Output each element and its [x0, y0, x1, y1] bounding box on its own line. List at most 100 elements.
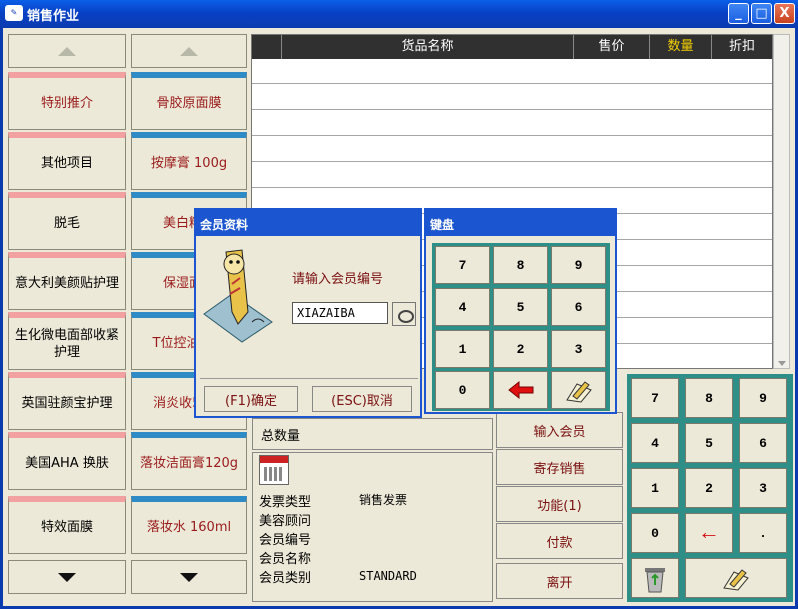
category-label: 特别推介: [40, 96, 93, 111]
keypad-key-9[interactable]: 9: [739, 378, 787, 418]
arrow-down-icon: [58, 572, 76, 582]
category-label: 生化微电面部收紧护理: [14, 327, 119, 360]
category-button[interactable]: 脱毛: [8, 192, 126, 250]
member-id-prompt: 请输入会员编号: [292, 272, 384, 287]
trash-icon: [645, 568, 665, 593]
recycle-bin-icon[interactable]: [631, 558, 679, 598]
keypad-key-3[interactable]: 3: [739, 468, 787, 508]
maximize-button[interactable]: □: [751, 3, 772, 24]
product-button[interactable]: 按摩膏 100g: [131, 132, 247, 190]
member-id-label: 会员编号: [259, 533, 312, 548]
row-indicator-header: [252, 35, 282, 59]
keyboard-key-7[interactable]: 7: [435, 246, 490, 284]
table-row: [252, 109, 772, 110]
exit-button[interactable]: 离开: [496, 563, 623, 599]
enter-member-button[interactable]: 输入会员: [496, 412, 623, 448]
edit-pencil-icon[interactable]: [685, 558, 787, 598]
member-id-input[interactable]: XIAZAIBA: [292, 302, 388, 324]
keyboard-dialog: 键盘 7 8 9 4 5 6 1 2 3 0: [424, 208, 617, 414]
cancel-button[interactable]: (ESC)取消: [312, 386, 412, 412]
scroll-down-button[interactable]: [131, 560, 247, 594]
member-dialog-title: 会员资料: [196, 210, 420, 236]
table-header: 货品名称 售价 数量 折扣: [252, 35, 772, 59]
pencil-paper-icon: [565, 381, 592, 403]
column-header-qty[interactable]: 数量: [650, 35, 712, 59]
scroll-down-button[interactable]: [8, 560, 126, 594]
search-icon[interactable]: [392, 302, 416, 326]
column-header-item-name[interactable]: 货品名称: [282, 35, 574, 59]
category-button[interactable]: 美国AHA 换肤: [8, 432, 126, 490]
keyboard-key-6[interactable]: 6: [551, 288, 606, 326]
minimize-button[interactable]: _: [728, 3, 749, 24]
category-label: 特效面膜: [40, 520, 93, 535]
category-label: 意大利美颜贴护理: [14, 276, 119, 291]
keyboard-key-4[interactable]: 4: [435, 288, 490, 326]
member-type-label: 会员类别: [259, 571, 312, 586]
category-button[interactable]: 其他项目: [8, 132, 126, 190]
product-button[interactable]: 骨胶原面膜: [131, 72, 247, 130]
scroll-up-button[interactable]: [131, 34, 247, 68]
keypad-key-1[interactable]: 1: [631, 468, 679, 508]
keyboard-key-5[interactable]: 5: [493, 288, 548, 326]
product-label: 按摩膏 100g: [150, 156, 228, 171]
confirm-button[interactable]: (F1)确定: [204, 386, 298, 412]
keypad-key-2[interactable]: 2: [685, 468, 733, 508]
product-button[interactable]: 落妆洁面膏120g: [131, 432, 247, 490]
keyboard-key-1[interactable]: 1: [435, 330, 490, 368]
title-bar: ✎ 销售作业 _ □ X: [0, 0, 798, 28]
column-header-discount[interactable]: 折扣: [712, 35, 772, 59]
keypad-key-6[interactable]: 6: [739, 423, 787, 463]
keypad-key-8[interactable]: 8: [685, 378, 733, 418]
category-button[interactable]: 意大利美颜贴护理: [8, 252, 126, 310]
table-scrollbar[interactable]: [773, 34, 790, 369]
keyboard-key-0[interactable]: 0: [435, 371, 490, 409]
total-quantity-label: 总数量: [261, 429, 301, 444]
app-icon: ✎: [5, 5, 23, 21]
keypad-key-4[interactable]: 4: [631, 423, 679, 463]
left-arrow-icon: [507, 380, 533, 400]
backspace-arrow-icon[interactable]: [493, 371, 548, 409]
backspace-arrow-icon[interactable]: ←: [685, 513, 733, 553]
scroll-down-icon[interactable]: [778, 361, 786, 366]
keyboard-key-3[interactable]: 3: [551, 330, 606, 368]
category-button[interactable]: 英国驻颜宝护理: [8, 372, 126, 430]
scroll-up-button[interactable]: [8, 34, 126, 68]
member-name-label: 会员名称: [259, 552, 312, 567]
keypad-key-dot[interactable]: .: [739, 513, 787, 553]
invoice-info-panel: 发票类型 销售发票 美容顾问 会员编号 会员名称 会员类别 STANDARD: [252, 452, 493, 602]
table-row: [252, 83, 772, 84]
column-header-price[interactable]: 售价: [574, 35, 650, 59]
close-button[interactable]: X: [774, 3, 795, 24]
product-button[interactable]: 落妆水 160ml: [131, 496, 247, 554]
keypad-key-5[interactable]: 5: [685, 423, 733, 463]
arrow-up-icon: [58, 46, 76, 56]
calendar-icon[interactable]: [259, 455, 289, 485]
deposit-sale-button[interactable]: 寄存销售: [496, 449, 623, 485]
functions-button[interactable]: 功能(1): [496, 486, 623, 522]
consultant-label: 美容顾问: [259, 514, 312, 529]
table-row: [252, 135, 772, 136]
keyboard-key-9[interactable]: 9: [551, 246, 606, 284]
category-label: 脱毛: [53, 216, 80, 231]
payment-button[interactable]: 付款: [496, 523, 623, 559]
pencil-writing-icon: [202, 244, 274, 344]
table-row: [252, 187, 772, 188]
product-label: 骨胶原面膜: [156, 96, 222, 111]
keyboard-dialog-title: 键盘: [426, 210, 615, 236]
arrow-up-icon: [180, 46, 198, 56]
category-button[interactable]: 生化微电面部收紧护理: [8, 312, 126, 370]
category-label: 美国AHA 换肤: [25, 456, 109, 471]
product-label: 落妆洁面膏120g: [139, 456, 239, 471]
keyboard-key-2[interactable]: 2: [493, 330, 548, 368]
category-button[interactable]: 特别推介: [8, 72, 126, 130]
keypad-key-0[interactable]: 0: [631, 513, 679, 553]
invoice-type-value: 销售发票: [359, 493, 408, 507]
keyboard-key-8[interactable]: 8: [493, 246, 548, 284]
edit-pencil-icon[interactable]: [551, 371, 606, 409]
keypad-key-7[interactable]: 7: [631, 378, 679, 418]
keyboard-grid: 7 8 9 4 5 6 1 2 3 0: [432, 243, 610, 411]
numeric-keypad: 7 8 9 4 5 6 1 2 3 0 ← .: [627, 374, 793, 602]
table-row: [252, 161, 772, 162]
member-type-value: STANDARD: [359, 569, 417, 583]
category-button[interactable]: 特效面膜: [8, 496, 126, 554]
